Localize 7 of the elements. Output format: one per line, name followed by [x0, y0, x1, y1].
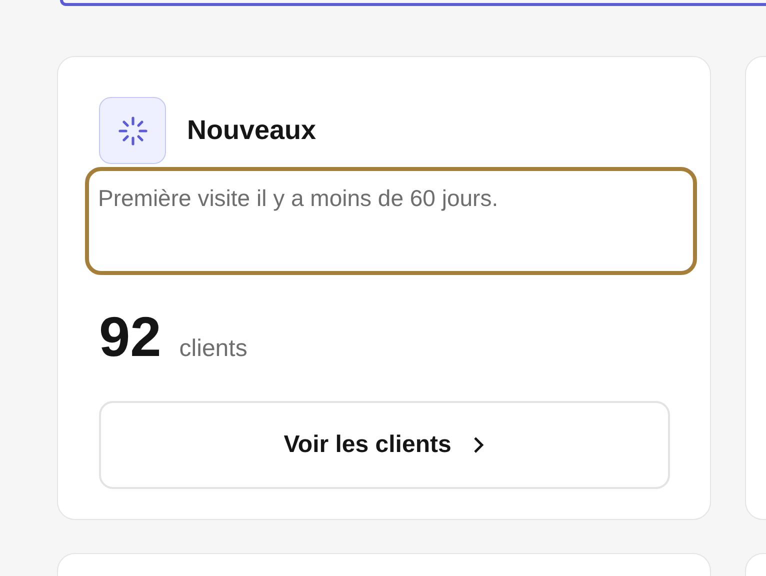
card-title: Nouveaux — [187, 114, 316, 148]
card-description: Première visite il y a moins de 60 jours. — [98, 185, 500, 212]
view-clients-button[interactable]: Voir les clients — [99, 401, 670, 489]
chevron-right-icon — [473, 436, 486, 454]
client-count: 92 — [99, 309, 162, 365]
count-unit: clients — [179, 334, 248, 364]
loader-icon — [99, 97, 166, 164]
